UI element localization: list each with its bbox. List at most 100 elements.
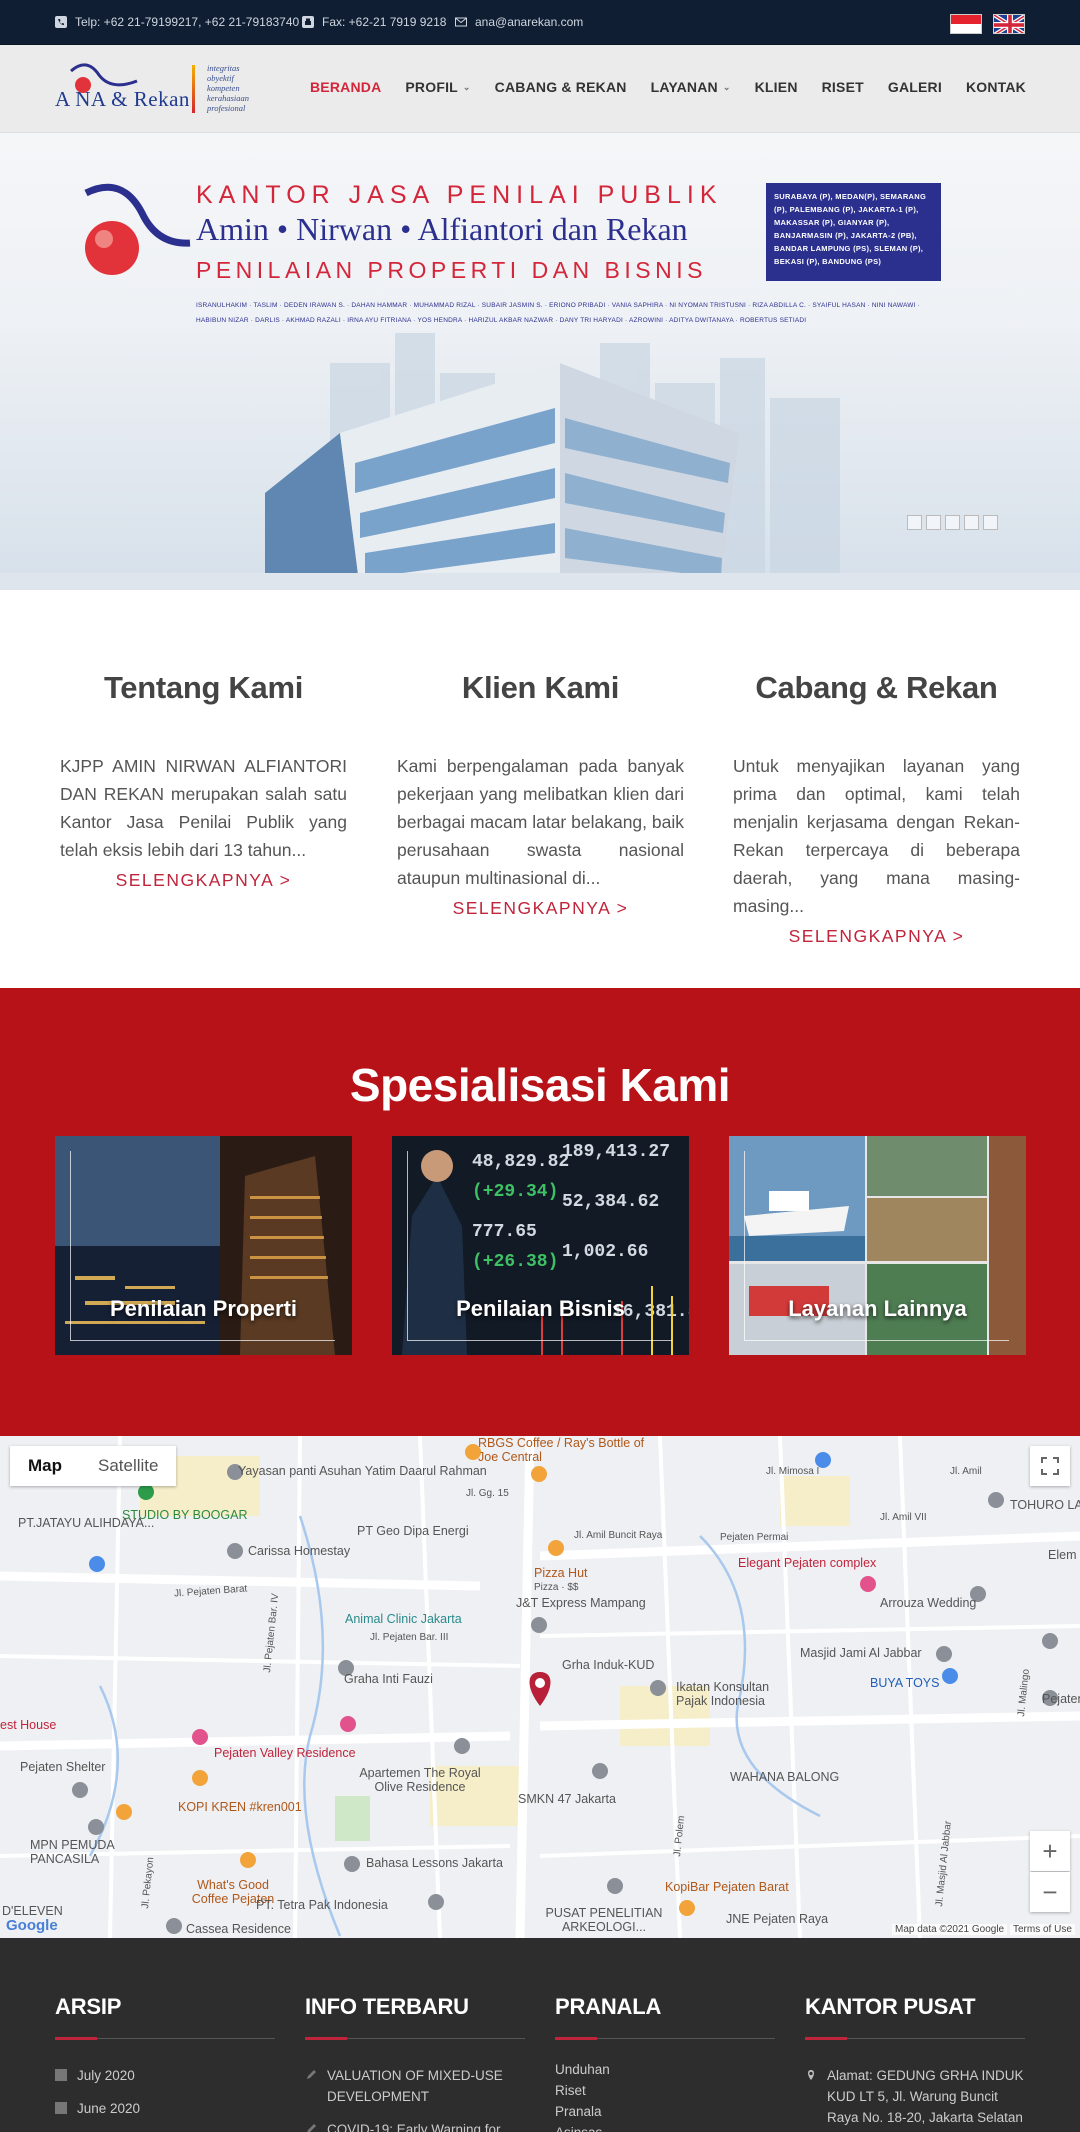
footer-links-title: PRANALA: [555, 1994, 662, 2019]
nav-beranda[interactable]: BERANDA: [310, 79, 381, 95]
nav-galeri[interactable]: GALERI: [888, 79, 942, 95]
map-label[interactable]: Arrouza Wedding: [880, 1596, 976, 1610]
email-text[interactable]: ana@anarekan.com: [475, 15, 583, 29]
nav-cabang-rekan[interactable]: CABANG & REKAN: [495, 79, 627, 95]
site-header: A NA & Rekan integritas obyektif kompete…: [0, 45, 1080, 133]
footer-link[interactable]: Pranala: [555, 2101, 775, 2122]
main-nav: BERANDA PROFIL ⌄ CABANG & REKAN LAYANAN ⌄ …: [286, 79, 1026, 95]
map-label[interactable]: Pizza Hut: [534, 1566, 588, 1580]
fullscreen-icon: [1041, 1457, 1059, 1475]
email-contact[interactable]: ana@anarekan.com: [455, 15, 583, 29]
card-other-services[interactable]: Layanan Lainnya: [729, 1136, 1026, 1355]
map-label[interactable]: Yayasan panti Asuhan Yatim Daarul Rahman: [238, 1464, 487, 1478]
map-tab-map[interactable]: Map: [10, 1446, 80, 1486]
slide-dot[interactable]: [964, 515, 979, 530]
nav-profil[interactable]: PROFIL ⌄: [405, 79, 470, 95]
phone-contact: Telp: +62 21-79199217, +62 21-79183740: [55, 15, 299, 29]
map-label[interactable]: TOHURO LA: [1010, 1498, 1080, 1512]
hero-slider[interactable]: KANTOR JASA PENILAI PUBLIK Amin • Nirwan…: [0, 133, 1080, 590]
map-label[interactable]: Ikatan Konsultan Pajak Indonesia: [676, 1680, 796, 1708]
map-label[interactable]: PT. Tetra Pak Indonesia: [256, 1898, 388, 1912]
map-label[interactable]: PT Geo Dipa Energi: [357, 1524, 469, 1538]
map-type-toggle: Map Satellite: [10, 1446, 177, 1486]
slide-dot[interactable]: [945, 515, 960, 530]
map-label[interactable]: Graha Inti Fauzi: [344, 1672, 433, 1686]
map-label[interactable]: J&T Express Mampang: [516, 1596, 646, 1610]
about-read-more-link[interactable]: SELENGKAPNYA >: [60, 870, 347, 891]
map-tab-satellite[interactable]: Satellite: [80, 1446, 177, 1486]
nav-klien[interactable]: KLIEN: [755, 79, 798, 95]
footer-link[interactable]: Asinsas: [555, 2122, 775, 2132]
slider-pagination: [907, 515, 998, 530]
map-label: Jl. Pejaten Bar. III: [370, 1632, 449, 1643]
archive-item[interactable]: July 2020: [55, 2065, 275, 2086]
map-label[interactable]: Pejaten Shelter: [20, 1760, 105, 1774]
office-address: Alamat: GEDUNG GRHA INDUK KUD LT 5, Jl. …: [805, 2065, 1025, 2132]
map-label[interactable]: Animal Clinic Jakarta: [345, 1612, 462, 1626]
map-label[interactable]: SMKN 47 Jakarta: [518, 1792, 616, 1806]
latest-post-item[interactable]: COVID-19: Early Warning for: [305, 2119, 525, 2132]
map-label[interactable]: RBGS Coffee / Ray's Bottle of Joe Centra…: [478, 1436, 648, 1464]
fax-icon: [302, 16, 314, 28]
zoom-in-button[interactable]: +: [1030, 1831, 1070, 1871]
map-label[interactable]: PT.JATAYU ALIHDAYA...: [18, 1516, 154, 1530]
clients-read-more-link[interactable]: SELENGKAPNYA >: [397, 898, 684, 919]
map-label[interactable]: Elem Pej: [1048, 1548, 1080, 1562]
site-logo[interactable]: A NA & Rekan integritas obyektif kompete…: [55, 59, 265, 117]
branches-read-more-link[interactable]: SELENGKAPNYA >: [733, 926, 1020, 947]
archive-item[interactable]: June 2020: [55, 2098, 275, 2119]
footer-divider: [305, 2037, 525, 2040]
footer-links: PRANALA Unduhan Riset Pranala Asinsas: [555, 1994, 775, 2132]
footer-link[interactable]: Unduhan: [555, 2059, 775, 2080]
logo-text: A NA & Rekan: [55, 87, 190, 111]
google-map[interactable]: Map Satellite + − Yayasan panti Asuhan Y…: [0, 1436, 1080, 1938]
latest-post-item[interactable]: VALUATION OF MIXED-USE DEVELOPMENT: [305, 2065, 525, 2107]
map-label[interactable]: D'ELEVEN: [2, 1904, 63, 1918]
flag-uk-icon[interactable]: [993, 14, 1025, 34]
specialization-title: Spesialisasi Kami: [349, 1059, 731, 1111]
footer-link[interactable]: Riset: [555, 2080, 775, 2101]
flag-indonesia-icon[interactable]: [950, 14, 982, 34]
pencil-icon: [307, 2070, 316, 2079]
hero-cities-box: SURABAYA (P), MEDAN(P), SEMARANG (P), PA…: [766, 183, 941, 281]
map-label[interactable]: Bahasa Lessons Jakarta: [366, 1856, 503, 1870]
nav-kontak[interactable]: KONTAK: [966, 79, 1026, 95]
map-label[interactable]: Carissa Homestay: [248, 1544, 350, 1558]
map-label[interactable]: JNE Pejaten Raya: [726, 1912, 828, 1926]
slide-dot[interactable]: [907, 515, 922, 530]
map-label: Pejaten: [1042, 1692, 1080, 1706]
specialization-section: Spesialisasi Kami Penilaian Properti 48,…: [0, 988, 1080, 1436]
fax-text: Fax: +62-21 7919 9218: [322, 15, 447, 29]
fullscreen-button[interactable]: [1030, 1446, 1070, 1486]
map-label[interactable]: est House: [0, 1718, 56, 1732]
map-attribution: Map data ©2021 Google: [892, 1924, 1008, 1935]
card-business-valuation[interactable]: 48,829.82 (+29.34) 777.65 (+26.38) 189,413…: [392, 1136, 689, 1355]
nav-layanan[interactable]: LAYANAN ⌄: [651, 79, 731, 95]
slide-dot[interactable]: [926, 515, 941, 530]
zoom-out-button[interactable]: −: [1030, 1872, 1070, 1912]
map-label: Jl. Amil VII: [880, 1512, 927, 1523]
clients-text: Kami berpengalaman pada banyak pekerjaan…: [397, 756, 684, 888]
map-label[interactable]: BUYA TOYS: [870, 1676, 939, 1690]
footer-divider: [55, 2037, 275, 2040]
map-terms-link[interactable]: Terms of Use: [1010, 1924, 1075, 1935]
footer-head-office: KANTOR PUSAT Alamat: GEDUNG GRHA INDUK K…: [805, 1994, 1025, 2132]
map-label[interactable]: Apartemen The Royal Olive Residence: [350, 1766, 490, 1794]
map-label[interactable]: MPN PEMUDA PANCASILA: [30, 1838, 140, 1866]
nav-riset[interactable]: RISET: [822, 79, 864, 95]
map-label[interactable]: Masjid Jami Al Jabbar: [800, 1646, 922, 1660]
hero-partners-list: ISRANULHAKIM · TASLIM · DEDEN IRAWAN S. …: [196, 302, 920, 324]
map-label[interactable]: WAHANA BALONG: [730, 1770, 839, 1784]
map-label[interactable]: Grha Induk-KUD: [562, 1658, 654, 1672]
map-label[interactable]: KOPI KREN #kren001: [178, 1800, 302, 1814]
google-logo[interactable]: Google: [6, 1917, 58, 1934]
card-property-valuation[interactable]: Penilaian Properti: [55, 1136, 352, 1355]
map-label[interactable]: Pejaten Valley Residence: [214, 1746, 356, 1760]
phone-text: Telp: +62 21-79199217, +62 21-79183740: [75, 15, 300, 29]
footer-latest-title: INFO TERBARU: [305, 1994, 469, 2019]
map-label[interactable]: PUSAT PENELITIAN ARKEOLOGI...: [544, 1906, 664, 1934]
map-label[interactable]: KopiBar Pejaten Barat: [665, 1880, 789, 1894]
map-label[interactable]: Cassea Residence: [186, 1922, 291, 1936]
map-label[interactable]: Elegant Pejaten complex: [738, 1556, 876, 1570]
slide-dot[interactable]: [983, 515, 998, 530]
